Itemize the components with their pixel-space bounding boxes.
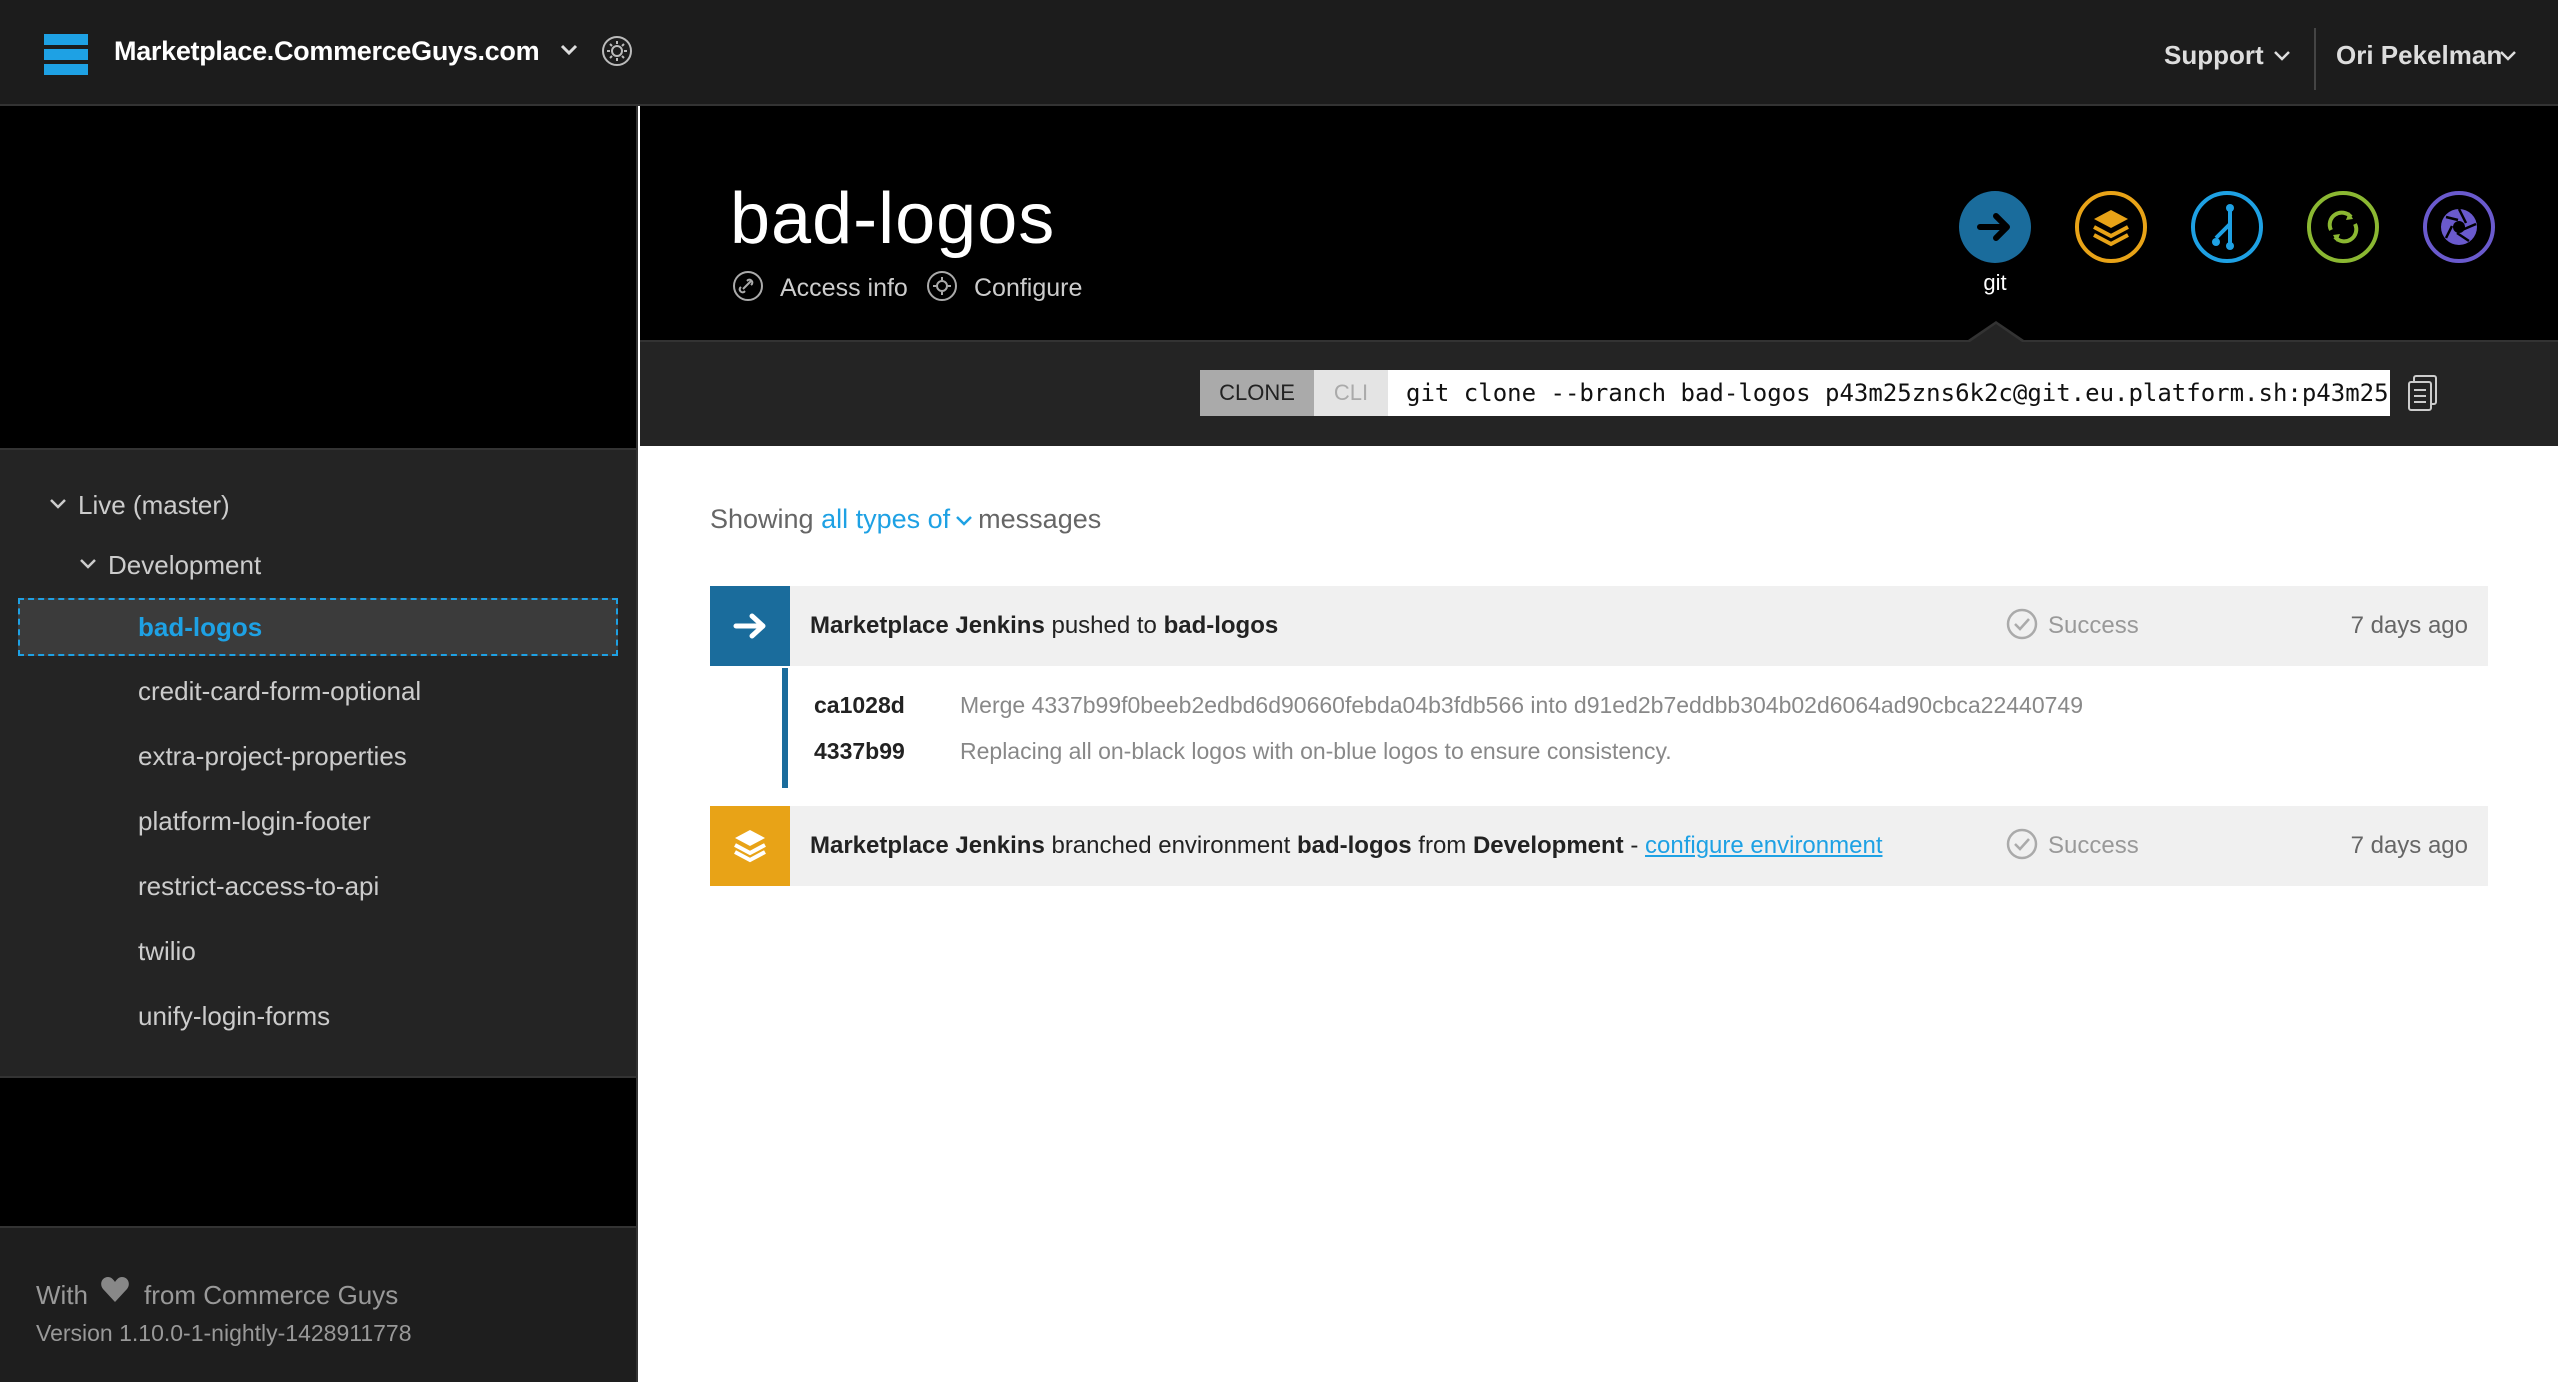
- branch-item[interactable]: extra-project-properties: [138, 741, 407, 772]
- git-label: git: [1983, 270, 2007, 295]
- chevron-down-icon[interactable]: [48, 494, 68, 514]
- status-text: Success: [2048, 832, 2139, 859]
- status-text: Success: [2048, 612, 2139, 639]
- commit-hash[interactable]: ca1028d: [814, 692, 905, 719]
- sidebar-footer: With from Commerce Guys Version 1.10.0-1…: [0, 1226, 636, 1382]
- commit-message: Replacing all on-black logos with on-blu…: [960, 738, 1672, 764]
- chevron-down-icon[interactable]: [2272, 46, 2292, 66]
- merge-button[interactable]: [2190, 190, 2264, 264]
- access-info-link[interactable]: Access info: [780, 274, 908, 303]
- activity-text: Marketplace Jenkins pushed to bad-logos: [810, 612, 1278, 640]
- project-name[interactable]: Marketplace.CommerceGuys.com: [114, 36, 540, 67]
- version-text: Version 1.10.0-1-nightly-1428911778: [36, 1320, 412, 1346]
- environment-tree: Live (master) Development bad-logos cred…: [0, 448, 636, 1078]
- configure-environment-link[interactable]: configure environment: [1645, 832, 1882, 859]
- activity-text: Marketplace Jenkins branched environment…: [810, 832, 1882, 860]
- tree-item-live[interactable]: Live (master): [78, 490, 230, 521]
- top-bar: Marketplace.CommerceGuys.com Support Ori…: [0, 0, 2558, 106]
- configure-link[interactable]: Configure: [974, 274, 1082, 303]
- activity-item[interactable]: Marketplace Jenkins branched environment…: [710, 806, 2488, 886]
- environment-header: bad-logos Access info Configure git: [640, 106, 2558, 340]
- commit-list: ca1028d Merge 4337b99f0beeb2edbd6d90660f…: [782, 668, 2488, 788]
- branch-item[interactable]: credit-card-form-optional: [138, 676, 421, 707]
- activity-verb: pushed to: [1051, 612, 1157, 639]
- heart-icon: [101, 1277, 129, 1302]
- branch-item-bad-logos[interactable]: bad-logos: [18, 598, 618, 656]
- chevron-down-icon[interactable]: [954, 511, 974, 531]
- clone-bar: CLONE CLI git clone --branch bad-logos p…: [640, 321, 2558, 446]
- activity-actor: Marketplace Jenkins: [810, 832, 1045, 859]
- activity-actor: Marketplace Jenkins: [810, 612, 1045, 639]
- git-button[interactable]: [1958, 190, 2032, 264]
- copy-icon[interactable]: [2406, 374, 2440, 412]
- branch-item[interactable]: platform-login-footer: [138, 806, 371, 837]
- backup-button[interactable]: [2422, 190, 2496, 264]
- activity-target: bad-logos: [1296, 832, 1412, 859]
- check-circle-icon: [2006, 828, 2038, 860]
- activity-item[interactable]: Marketplace Jenkins pushed to bad-logos …: [710, 586, 2488, 666]
- user-menu[interactable]: Ori Pekelman: [2336, 40, 2502, 71]
- gear-icon[interactable]: [600, 34, 634, 68]
- timestamp: 7 days ago: [2350, 832, 2468, 859]
- branch-item[interactable]: unify-login-forms: [138, 1001, 330, 1032]
- chevron-down-icon[interactable]: [2498, 46, 2518, 66]
- branch-item[interactable]: restrict-access-to-api: [138, 871, 379, 902]
- sidebar: Live (master) Development bad-logos cred…: [0, 106, 638, 1382]
- clone-command-field[interactable]: git clone --branch bad-logos p43m25zns6k…: [1388, 370, 2390, 416]
- activity-from: from: [1418, 832, 1467, 859]
- divider: [2314, 28, 2316, 90]
- activity-verb: branched environment: [1051, 832, 1291, 859]
- footer-with: With: [36, 1280, 88, 1310]
- page-title: bad-logos: [730, 179, 1056, 259]
- footer-from: from Commerce Guys: [144, 1280, 399, 1310]
- activity-filter: Showing all types of messages: [710, 504, 1101, 535]
- filter-suffix: messages: [978, 504, 1102, 534]
- pointer-arrow: [1970, 324, 2022, 342]
- sync-button[interactable]: [2306, 190, 2380, 264]
- gear-icon[interactable]: [926, 270, 958, 302]
- commit-hash[interactable]: 4337b99: [814, 738, 905, 765]
- branch-label: bad-logos: [138, 612, 263, 642]
- tab-clone[interactable]: CLONE: [1200, 370, 1314, 416]
- branch-item[interactable]: twilio: [138, 936, 196, 967]
- filter-prefix: Showing: [710, 504, 814, 534]
- activity-separator: -: [1630, 832, 1639, 859]
- chevron-down-icon[interactable]: [557, 38, 581, 62]
- layers-icon: [710, 806, 790, 886]
- tree-item-development[interactable]: Development: [108, 550, 261, 581]
- support-menu[interactable]: Support: [2164, 40, 2264, 71]
- chevron-down-icon[interactable]: [78, 554, 98, 574]
- branch-button[interactable]: [2074, 190, 2148, 264]
- check-circle-icon: [2006, 608, 2038, 640]
- arrow-right-icon: [710, 586, 790, 666]
- filter-dropdown[interactable]: all types of: [821, 504, 950, 534]
- commit-message: Merge 4337b99f0beeb2edbd6d90660febda04b3…: [960, 692, 2083, 718]
- timestamp: 7 days ago: [2350, 612, 2468, 639]
- activity-target: bad-logos: [1163, 612, 1279, 639]
- link-icon[interactable]: [732, 270, 764, 302]
- tab-cli[interactable]: CLI: [1314, 370, 1388, 416]
- activity-source: Development: [1472, 832, 1624, 859]
- platform-logo-icon[interactable]: [44, 34, 88, 75]
